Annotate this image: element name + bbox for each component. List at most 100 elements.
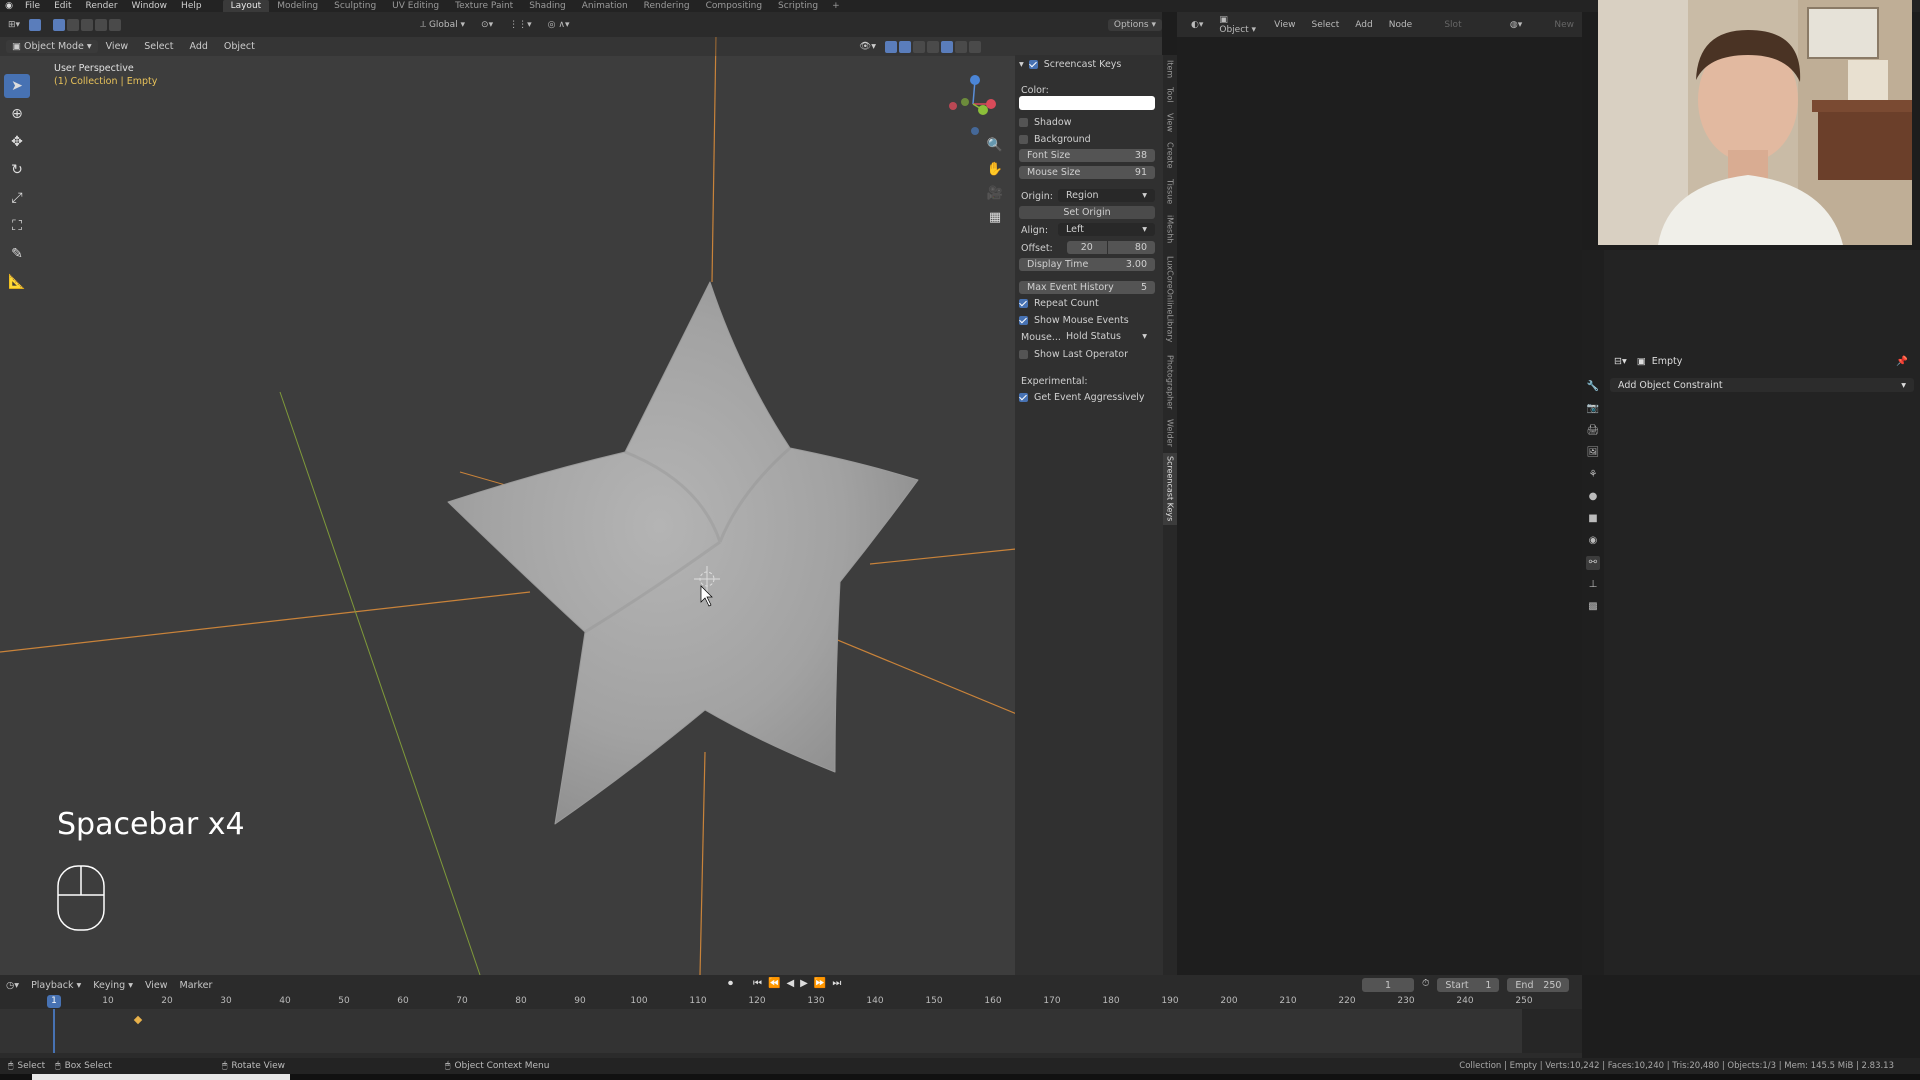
- tab-photographer[interactable]: Photographer: [1163, 351, 1177, 413]
- new-material-button[interactable]: New: [1546, 20, 1582, 30]
- tool-properties-icon[interactable]: 🔧: [1586, 380, 1600, 394]
- menu-window[interactable]: Window: [125, 1, 175, 11]
- camera-view-icon[interactable]: 🎥: [986, 186, 1004, 204]
- transform-tool-icon[interactable]: ⛶: [4, 214, 30, 238]
- menu-file[interactable]: File: [18, 1, 47, 11]
- material-browse-icon[interactable]: ◍▾: [1502, 20, 1530, 30]
- playhead[interactable]: [53, 1009, 55, 1053]
- workspace-tab-sculpting[interactable]: Sculpting: [326, 0, 384, 12]
- tab-welder[interactable]: Welder: [1163, 415, 1177, 451]
- navigation-gizmo[interactable]: [943, 68, 1003, 138]
- annotate-tool-icon[interactable]: ✎: [4, 242, 30, 266]
- world-properties-icon[interactable]: ●: [1586, 490, 1600, 504]
- workspace-tab-rendering[interactable]: Rendering: [636, 0, 698, 12]
- workspace-tab-uv-editing[interactable]: UV Editing: [384, 0, 447, 12]
- node-editor-type-icon[interactable]: ◐▾: [1183, 20, 1211, 30]
- output-properties-icon[interactable]: 🖨: [1586, 424, 1600, 438]
- origin-dropdown[interactable]: Region ▾: [1058, 189, 1155, 202]
- workspace-tab-texture-paint[interactable]: Texture Paint: [447, 0, 521, 12]
- background-checkbox[interactable]: [1019, 135, 1028, 144]
- overlay-toggle-icon[interactable]: [899, 40, 911, 53]
- color-swatch[interactable]: [1019, 96, 1155, 110]
- solid-shading-icon[interactable]: [941, 40, 953, 53]
- record-icon[interactable]: ⏺: [728, 978, 733, 989]
- mouse-status-dropdown[interactable]: Hold Status ▾: [1058, 330, 1155, 343]
- tab-tissue[interactable]: Tissue: [1163, 175, 1177, 209]
- add-workspace-button[interactable]: +: [826, 1, 846, 11]
- tab-item[interactable]: Item: [1163, 57, 1177, 81]
- shader-node-editor[interactable]: ◐▾ ▣ Object ▾ View Select Add Node Slot …: [1177, 12, 1582, 975]
- start-frame-field[interactable]: Start 1: [1437, 978, 1500, 992]
- tab-create[interactable]: Create: [1163, 137, 1177, 173]
- playhead-frame-label[interactable]: 1: [47, 995, 61, 1008]
- get-event-aggressively-checkbox[interactable]: [1019, 393, 1028, 402]
- render-properties-icon[interactable]: 📷: [1586, 402, 1600, 416]
- editor-type-icon[interactable]: ⊞▾: [0, 20, 28, 30]
- show-last-operator-row[interactable]: Show Last Operator: [1019, 349, 1128, 360]
- node-menu-node[interactable]: Node: [1381, 20, 1421, 30]
- preview-range-icon[interactable]: ⏱: [1422, 978, 1429, 992]
- viewport-menu-view[interactable]: View: [98, 41, 137, 52]
- shader-type-dropdown[interactable]: ▣ Object ▾: [1211, 15, 1266, 35]
- timeline-menu-view[interactable]: View: [139, 980, 174, 991]
- gizmo-toggle-icon[interactable]: [885, 40, 897, 53]
- node-menu-select[interactable]: Select: [1304, 20, 1348, 30]
- viewport-menu-object[interactable]: Object: [216, 41, 263, 52]
- transform-orientation-dropdown[interactable]: ⟂ Global ▾: [412, 20, 473, 30]
- object-mode-dropdown[interactable]: ▣ Object Mode ▾: [6, 40, 98, 53]
- playback-menu[interactable]: Playback ▾: [25, 980, 87, 991]
- menu-render[interactable]: Render: [79, 1, 125, 11]
- font-size-field[interactable]: Font Size 38: [1019, 149, 1155, 162]
- keyframe-marker[interactable]: [133, 1015, 143, 1025]
- timeline-keyframe-area[interactable]: [0, 1009, 1582, 1053]
- display-time-field[interactable]: Display Time 3.00: [1019, 258, 1155, 271]
- set-origin-button[interactable]: Set Origin: [1019, 206, 1155, 219]
- select-mode-subtract-icon[interactable]: [81, 18, 94, 31]
- properties-editor[interactable]: 🔧 📷 🖨 🖼 ⚘ ● ■ ◉ ⚯ ⊥ ▩ ⊟▾ ▣ Empty 📌 Add O…: [1582, 250, 1920, 975]
- pivot-point-icon[interactable]: ⊙▾: [473, 20, 501, 30]
- timeline-editor-type-icon[interactable]: ◷▾: [0, 980, 25, 991]
- tab-imeshh[interactable]: iMeshh: [1163, 211, 1177, 247]
- scene-properties-icon[interactable]: ⚘: [1586, 468, 1600, 482]
- prev-keyframe-icon[interactable]: ⏪: [768, 978, 780, 989]
- select-mode-invert-icon[interactable]: [95, 18, 108, 31]
- tab-screencast-keys[interactable]: Screencast Keys: [1163, 453, 1177, 525]
- material-shading-icon[interactable]: [955, 40, 967, 53]
- texture-properties-icon[interactable]: ▩: [1586, 600, 1600, 614]
- move-tool-icon[interactable]: ✥: [4, 130, 30, 154]
- next-keyframe-icon[interactable]: ⏩: [814, 978, 826, 989]
- jump-end-icon[interactable]: ⏭: [832, 978, 841, 989]
- viewport-menu-add[interactable]: Add: [182, 41, 216, 52]
- align-dropdown[interactable]: Left ▾: [1058, 223, 1155, 236]
- snap-icon[interactable]: ⋮⋮▾: [501, 20, 540, 30]
- 3d-viewport[interactable]: ⊞▾ ⟂ Global ▾ ⊙▾ ⋮⋮▾ ◎ ∧▾ Options ▾ ▣ Ob…: [0, 12, 1162, 975]
- select-mode-extend-icon[interactable]: [67, 18, 80, 31]
- select-box-tool-icon[interactable]: ➤: [4, 74, 30, 98]
- panel-header[interactable]: ▾ Screencast Keys: [1019, 59, 1121, 70]
- pan-hand-icon[interactable]: ✋: [986, 162, 1004, 180]
- editor-type-icon[interactable]: ⊟▾: [1614, 356, 1627, 367]
- select-mode-intersect-icon[interactable]: [109, 18, 122, 31]
- object-data-icon[interactable]: ⊥: [1586, 578, 1600, 592]
- node-menu-view[interactable]: View: [1266, 20, 1303, 30]
- timeline-editor[interactable]: ◷▾ Playback ▾ Keying ▾ View Marker ⏺ ⏮ ⏪…: [0, 975, 1582, 1063]
- menu-help[interactable]: Help: [174, 1, 209, 11]
- add-object-constraint-dropdown[interactable]: Add Object Constraint ▾: [1610, 378, 1914, 392]
- repeat-count-row[interactable]: Repeat Count: [1019, 298, 1099, 309]
- select-tool-icon[interactable]: [29, 18, 42, 31]
- tab-luxcore-online-library[interactable]: LuxCoreOnlineLibrary: [1163, 249, 1177, 349]
- workspace-tab-layout[interactable]: Layout: [222, 0, 270, 12]
- ortho-grid-icon[interactable]: ▦: [986, 210, 1004, 228]
- options-dropdown[interactable]: Options ▾: [1107, 18, 1162, 31]
- select-mode-new-icon[interactable]: [53, 18, 66, 31]
- workspace-tab-compositing[interactable]: Compositing: [698, 0, 770, 12]
- wireframe-shading-icon[interactable]: [927, 40, 939, 53]
- workspace-tab-scripting[interactable]: Scripting: [770, 0, 826, 12]
- rotate-tool-icon[interactable]: ↻: [4, 158, 30, 182]
- slot-dropdown[interactable]: Slot: [1436, 20, 1469, 30]
- offset-x-field[interactable]: 20: [1067, 241, 1107, 254]
- offset-field[interactable]: 20 80: [1067, 241, 1155, 254]
- end-frame-field[interactable]: End 250: [1507, 978, 1570, 992]
- show-mouse-events-checkbox[interactable]: [1019, 316, 1028, 325]
- object-properties-icon[interactable]: ■: [1586, 512, 1600, 526]
